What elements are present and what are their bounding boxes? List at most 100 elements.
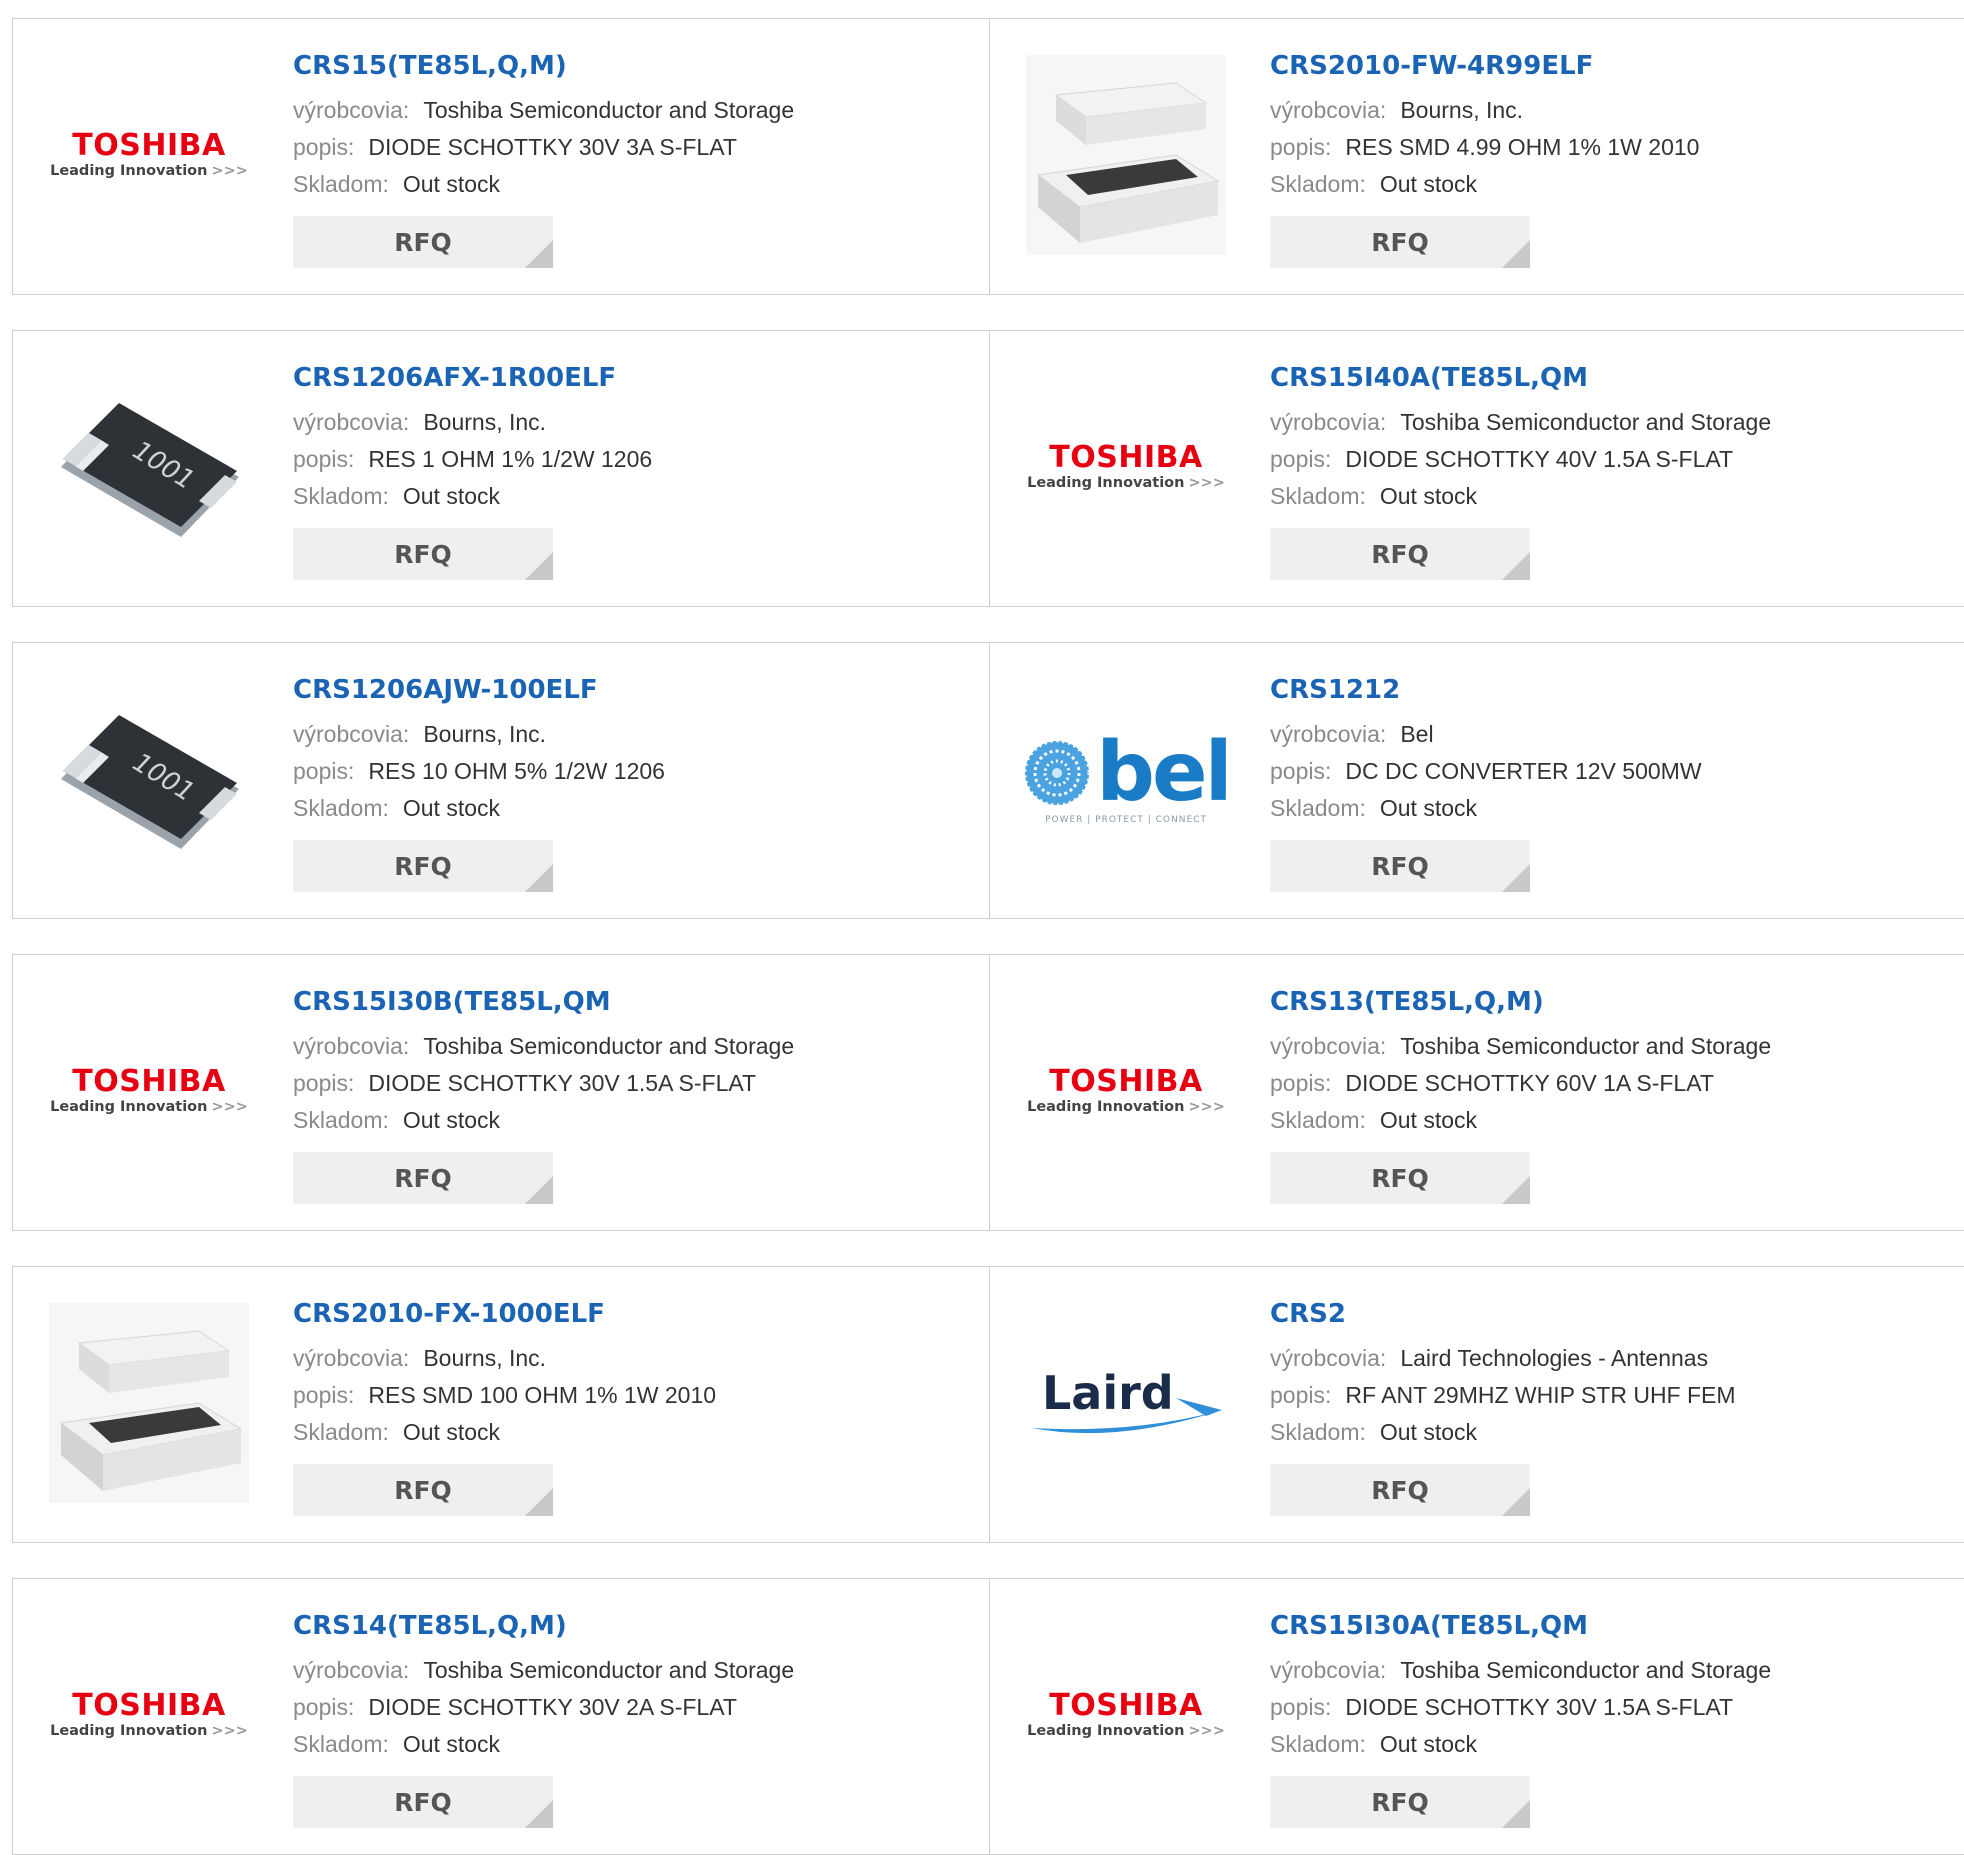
rfq-button[interactable]: RFQ (293, 1152, 553, 1204)
part-number-link[interactable]: CRS2010-FW-4R99ELF (1270, 49, 1944, 83)
product-image[interactable]: TOSHIBA Leading Innovation >>> (49, 991, 249, 1191)
stock-label: Skladom: (293, 795, 389, 821)
toshiba-logo: TOSHIBA Leading Innovation >>> (50, 1690, 248, 1740)
part-number-link[interactable]: CRS15I40A(TE85L,QM (1270, 361, 1944, 395)
stock-row: Skladom: Out stock (1270, 1726, 1944, 1763)
stock-label: Skladom: (1270, 483, 1366, 509)
description-value: DIODE SCHOTTKY 30V 3A S-FLAT (368, 134, 737, 160)
product-image[interactable]: TOSHIBA Leading Innovation >>> (49, 55, 249, 255)
product-image[interactable]: bel POWER | PROTECT | CONNECT (1023, 679, 1233, 879)
product-image[interactable]: 1001 (49, 679, 249, 879)
bel-wordmark: bel (1096, 725, 1232, 820)
rfq-button[interactable]: RFQ (1270, 216, 1530, 268)
stock-value: Out stock (402, 171, 501, 197)
stock-row: Skladom: Out stock (1270, 166, 1944, 203)
description-row: popis: DC DC CONVERTER 12V 500MW (1270, 753, 1944, 790)
description-label: popis: (293, 1070, 355, 1096)
toshiba-wordmark: TOSHIBA (72, 128, 226, 163)
rfq-button[interactable]: RFQ (293, 216, 553, 268)
rfq-button-label: RFQ (394, 539, 452, 569)
product-card: 1001 CRS1206AJW-100ELF výrobcovia: Bourns… (12, 642, 990, 919)
stock-value: Out stock (1379, 1419, 1478, 1445)
rfq-button[interactable]: RFQ (1270, 528, 1530, 580)
rfq-corner-decoration (525, 864, 553, 892)
rfq-button-label: RFQ (1371, 539, 1429, 569)
laird-wordmark: Laird (1042, 1366, 1174, 1420)
manufacturer-value: Laird Technologies - Antennas (1400, 1345, 1709, 1371)
rfq-button[interactable]: RFQ (293, 840, 553, 892)
product-card: TOSHIBA Leading Innovation >>> CRS15(TE85… (12, 18, 990, 295)
product-grid: TOSHIBA Leading Innovation >>> CRS15(TE85… (0, 0, 1964, 1855)
product-image[interactable]: TOSHIBA Leading Innovation >>> (1026, 1615, 1226, 1815)
description-value: DC DC CONVERTER 12V 500MW (1345, 758, 1702, 784)
part-number-link[interactable]: CRS1206AFX-1R00ELF (293, 361, 969, 395)
toshiba-tagline: Leading Innovation >>> (1027, 1098, 1225, 1116)
stock-value: Out stock (1379, 795, 1478, 821)
product-info: CRS2010-FW-4R99ELF výrobcovia: Bourns, In… (1270, 49, 1944, 268)
stock-value: Out stock (402, 795, 501, 821)
toshiba-logo: TOSHIBA Leading Innovation >>> (50, 1066, 248, 1116)
part-number-link[interactable]: CRS1206AJW-100ELF (293, 673, 969, 707)
product-image[interactable]: TOSHIBA Leading Innovation >>> (1026, 367, 1226, 567)
manufacturer-label: výrobcovia: (293, 409, 410, 435)
rfq-button[interactable]: RFQ (1270, 1464, 1530, 1516)
manufacturer-row: výrobcovia: Toshiba Semiconductor and Sto… (1270, 1652, 1944, 1689)
toshiba-tagline-text: Leading Innovation (1027, 1099, 1185, 1115)
rfq-corner-decoration (1502, 1176, 1530, 1204)
rfq-corner-decoration (1502, 864, 1530, 892)
part-number-link[interactable]: CRS14(TE85L,Q,M) (293, 1609, 969, 1643)
toshiba-logo: TOSHIBA Leading Innovation >>> (1027, 442, 1225, 492)
rfq-corner-decoration (1502, 240, 1530, 268)
part-number-link[interactable]: CRS2010-FX-1000ELF (293, 1297, 969, 1331)
toshiba-tagline: Leading Innovation >>> (50, 162, 248, 180)
bel-globe-icon (1023, 739, 1091, 807)
stock-value: Out stock (402, 483, 501, 509)
product-image[interactable]: TOSHIBA Leading Innovation >>> (49, 1615, 249, 1815)
part-number-link[interactable]: CRS2 (1270, 1297, 1944, 1331)
description-row: popis: DIODE SCHOTTKY 30V 3A S-FLAT (293, 129, 969, 166)
rfq-button-label: RFQ (394, 1475, 452, 1505)
description-label: popis: (1270, 446, 1332, 472)
toshiba-arrows: >>> (211, 163, 248, 179)
toshiba-tagline: Leading Innovation >>> (50, 1722, 248, 1740)
stock-row: Skladom: Out stock (1270, 478, 1944, 515)
product-card: TOSHIBA Leading Innovation >>> CRS13(TE85… (989, 954, 1964, 1231)
rfq-button[interactable]: RFQ (1270, 1776, 1530, 1828)
rfq-button[interactable]: RFQ (1270, 1152, 1530, 1204)
description-value: DIODE SCHOTTKY 40V 1.5A S-FLAT (1345, 446, 1734, 472)
manufacturer-value: Toshiba Semiconductor and Storage (423, 1657, 795, 1683)
product-card: bel POWER | PROTECT | CONNECT CRS1212 vý… (989, 642, 1964, 919)
stock-label: Skladom: (293, 1419, 389, 1445)
toshiba-tagline-text: Leading Innovation (50, 1099, 208, 1115)
product-image[interactable] (49, 1303, 249, 1503)
stock-row: Skladom: Out stock (293, 166, 969, 203)
stock-row: Skladom: Out stock (1270, 790, 1944, 827)
product-image[interactable]: 1001 (49, 367, 249, 567)
stock-value: Out stock (402, 1731, 501, 1757)
part-number-link[interactable]: CRS1212 (1270, 673, 1944, 707)
rfq-button[interactable]: RFQ (1270, 840, 1530, 892)
rfq-button[interactable]: RFQ (293, 1776, 553, 1828)
description-value: DIODE SCHOTTKY 60V 1A S-FLAT (1345, 1070, 1714, 1096)
resistor-2010-exploded-image (1026, 55, 1226, 255)
part-number-link[interactable]: CRS15I30B(TE85L,QM (293, 985, 969, 1019)
product-image[interactable]: TOSHIBA Leading Innovation >>> (1026, 991, 1226, 1191)
manufacturer-label: výrobcovia: (293, 1657, 410, 1683)
product-info: CRS13(TE85L,Q,M) výrobcovia: Toshiba Semi… (1270, 985, 1944, 1204)
product-image[interactable] (1026, 55, 1226, 255)
product-info: CRS15(TE85L,Q,M) výrobcovia: Toshiba Semi… (293, 49, 969, 268)
product-info: CRS2010-FX-1000ELF výrobcovia: Bourns, In… (293, 1297, 969, 1516)
laird-logo: Laird (1026, 1358, 1226, 1448)
rfq-button[interactable]: RFQ (293, 528, 553, 580)
description-value: DIODE SCHOTTKY 30V 1.5A S-FLAT (368, 1070, 757, 1096)
stock-label: Skladom: (1270, 1107, 1366, 1133)
rfq-button-label: RFQ (394, 227, 452, 257)
toshiba-tagline-text: Leading Innovation (1027, 1723, 1185, 1739)
stock-label: Skladom: (293, 1107, 389, 1133)
rfq-button[interactable]: RFQ (293, 1464, 553, 1516)
part-number-link[interactable]: CRS15I30A(TE85L,QM (1270, 1609, 1944, 1643)
rfq-button-label: RFQ (1371, 851, 1429, 881)
part-number-link[interactable]: CRS15(TE85L,Q,M) (293, 49, 969, 83)
product-image[interactable]: Laird (1026, 1303, 1226, 1503)
part-number-link[interactable]: CRS13(TE85L,Q,M) (1270, 985, 1944, 1019)
